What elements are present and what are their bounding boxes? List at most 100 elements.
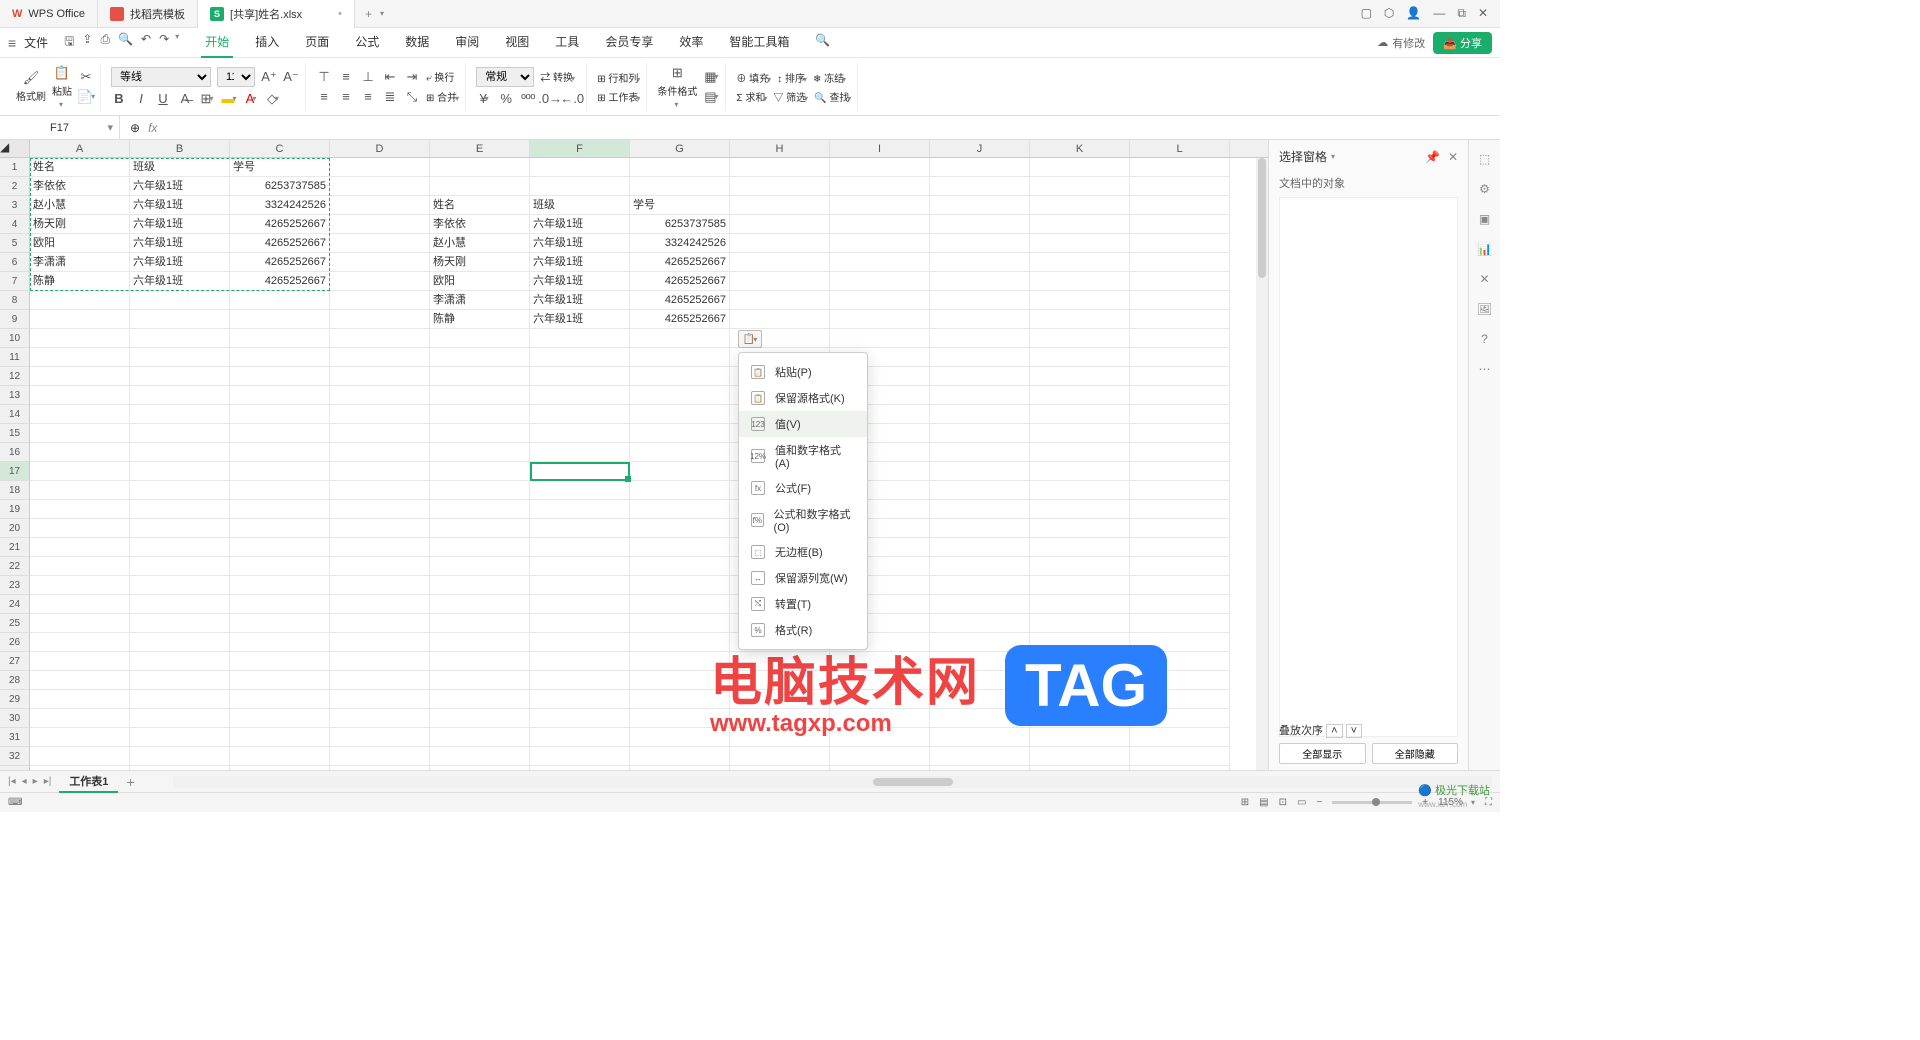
- redo-icon[interactable]: ↷: [159, 32, 169, 53]
- cell[interactable]: [1030, 443, 1130, 462]
- row-header[interactable]: 15: [0, 424, 30, 443]
- menu-keep-source-format[interactable]: 📋保留源格式(K): [739, 385, 867, 411]
- cell[interactable]: [230, 443, 330, 462]
- cell[interactable]: [130, 671, 230, 690]
- cell[interactable]: [430, 538, 530, 557]
- cell[interactable]: 4265252667: [230, 215, 330, 234]
- cell[interactable]: [630, 481, 730, 500]
- col-header[interactable]: B: [130, 140, 230, 157]
- cell[interactable]: [930, 576, 1030, 595]
- minimize-button[interactable]: —: [1433, 6, 1445, 21]
- row-header[interactable]: 25: [0, 614, 30, 633]
- align-right-icon[interactable]: ≡: [360, 89, 376, 105]
- percent-icon[interactable]: %: [498, 91, 514, 107]
- cell[interactable]: [230, 291, 330, 310]
- cell[interactable]: [430, 614, 530, 633]
- align-middle-icon[interactable]: ≡: [338, 69, 354, 85]
- col-header[interactable]: E: [430, 140, 530, 157]
- row-header[interactable]: 26: [0, 633, 30, 652]
- print-icon[interactable]: ⎙: [100, 32, 110, 53]
- cell[interactable]: [1130, 253, 1230, 272]
- show-all-button[interactable]: 全部显示: [1279, 743, 1366, 764]
- cell[interactable]: [30, 519, 130, 538]
- cell[interactable]: [830, 272, 930, 291]
- cell[interactable]: [1030, 348, 1130, 367]
- cell[interactable]: [630, 405, 730, 424]
- cell[interactable]: 六年级1班: [530, 253, 630, 272]
- close-button[interactable]: ✕: [1478, 6, 1488, 21]
- cell[interactable]: [1030, 215, 1130, 234]
- preview-icon[interactable]: 🔍: [118, 32, 133, 53]
- cell[interactable]: [330, 234, 430, 253]
- sheet-last-icon[interactable]: ▸|: [44, 776, 52, 787]
- row-header[interactable]: 23: [0, 576, 30, 595]
- font-name-select[interactable]: 等线: [111, 67, 211, 87]
- tab-member[interactable]: 会员专享: [601, 27, 657, 58]
- cell[interactable]: [30, 291, 130, 310]
- row-header[interactable]: 31: [0, 728, 30, 747]
- cell[interactable]: [630, 557, 730, 576]
- cell[interactable]: [330, 481, 430, 500]
- indent-dec-icon[interactable]: ⇤: [382, 69, 398, 85]
- tab-page[interactable]: 页面: [301, 27, 333, 58]
- cell[interactable]: [530, 538, 630, 557]
- menu-value-number-format[interactable]: 12%值和数字格式(A): [739, 437, 867, 475]
- row-header[interactable]: 9: [0, 310, 30, 329]
- move-down-icon[interactable]: ˅: [1346, 724, 1362, 738]
- cell[interactable]: [330, 671, 430, 690]
- cell[interactable]: [1130, 576, 1230, 595]
- cell[interactable]: [430, 633, 530, 652]
- cell[interactable]: 欧阳: [430, 272, 530, 291]
- cell[interactable]: [330, 405, 430, 424]
- cell[interactable]: [530, 557, 630, 576]
- view-page-icon[interactable]: ▤: [1259, 797, 1268, 808]
- pin-icon[interactable]: 📌: [1425, 150, 1440, 164]
- cell[interactable]: [930, 386, 1030, 405]
- cell[interactable]: [1130, 386, 1230, 405]
- cell[interactable]: [530, 462, 630, 481]
- merge-button[interactable]: ⊞ 合并▾: [426, 89, 459, 104]
- font-size-select[interactable]: 11: [217, 67, 255, 87]
- rail-image-icon[interactable]: 🖼: [1477, 302, 1492, 316]
- row-header[interactable]: 22: [0, 557, 30, 576]
- cell[interactable]: [530, 595, 630, 614]
- cell[interactable]: [230, 576, 330, 595]
- wrap-button[interactable]: ⤶ 换行: [426, 69, 454, 84]
- cell[interactable]: [330, 272, 430, 291]
- cell[interactable]: 4265252667: [230, 253, 330, 272]
- cell[interactable]: [630, 348, 730, 367]
- cell[interactable]: [430, 500, 530, 519]
- cell[interactable]: [330, 766, 430, 770]
- add-sheet-button[interactable]: +: [126, 774, 134, 790]
- cell[interactable]: [330, 500, 430, 519]
- cell[interactable]: [330, 747, 430, 766]
- cell[interactable]: [1030, 519, 1130, 538]
- cell[interactable]: [1030, 538, 1130, 557]
- cell[interactable]: 学号: [630, 196, 730, 215]
- cell[interactable]: [530, 519, 630, 538]
- row-header[interactable]: 20: [0, 519, 30, 538]
- cell[interactable]: [730, 158, 830, 177]
- align-top-icon[interactable]: ⊤: [316, 69, 332, 85]
- cell[interactable]: 班级: [530, 196, 630, 215]
- cell[interactable]: [130, 595, 230, 614]
- cell[interactable]: [1030, 614, 1130, 633]
- cell[interactable]: [1030, 329, 1130, 348]
- cell[interactable]: [1030, 196, 1130, 215]
- cell[interactable]: [130, 519, 230, 538]
- avatar-icon[interactable]: 👤: [1406, 6, 1421, 21]
- fill-color-icon[interactable]: ▬▾: [221, 91, 237, 107]
- row-header[interactable]: 17: [0, 462, 30, 481]
- cell[interactable]: [630, 614, 730, 633]
- tab-smart[interactable]: 智能工具箱: [725, 27, 793, 58]
- cell[interactable]: [430, 766, 530, 770]
- cell[interactable]: [530, 747, 630, 766]
- cell[interactable]: [130, 348, 230, 367]
- cell[interactable]: [1130, 500, 1230, 519]
- table-style-icon[interactable]: ▦▾: [703, 69, 719, 85]
- cell[interactable]: [1130, 728, 1230, 747]
- cell[interactable]: [1130, 443, 1230, 462]
- cell[interactable]: [130, 766, 230, 770]
- cell[interactable]: [430, 728, 530, 747]
- cell[interactable]: [530, 443, 630, 462]
